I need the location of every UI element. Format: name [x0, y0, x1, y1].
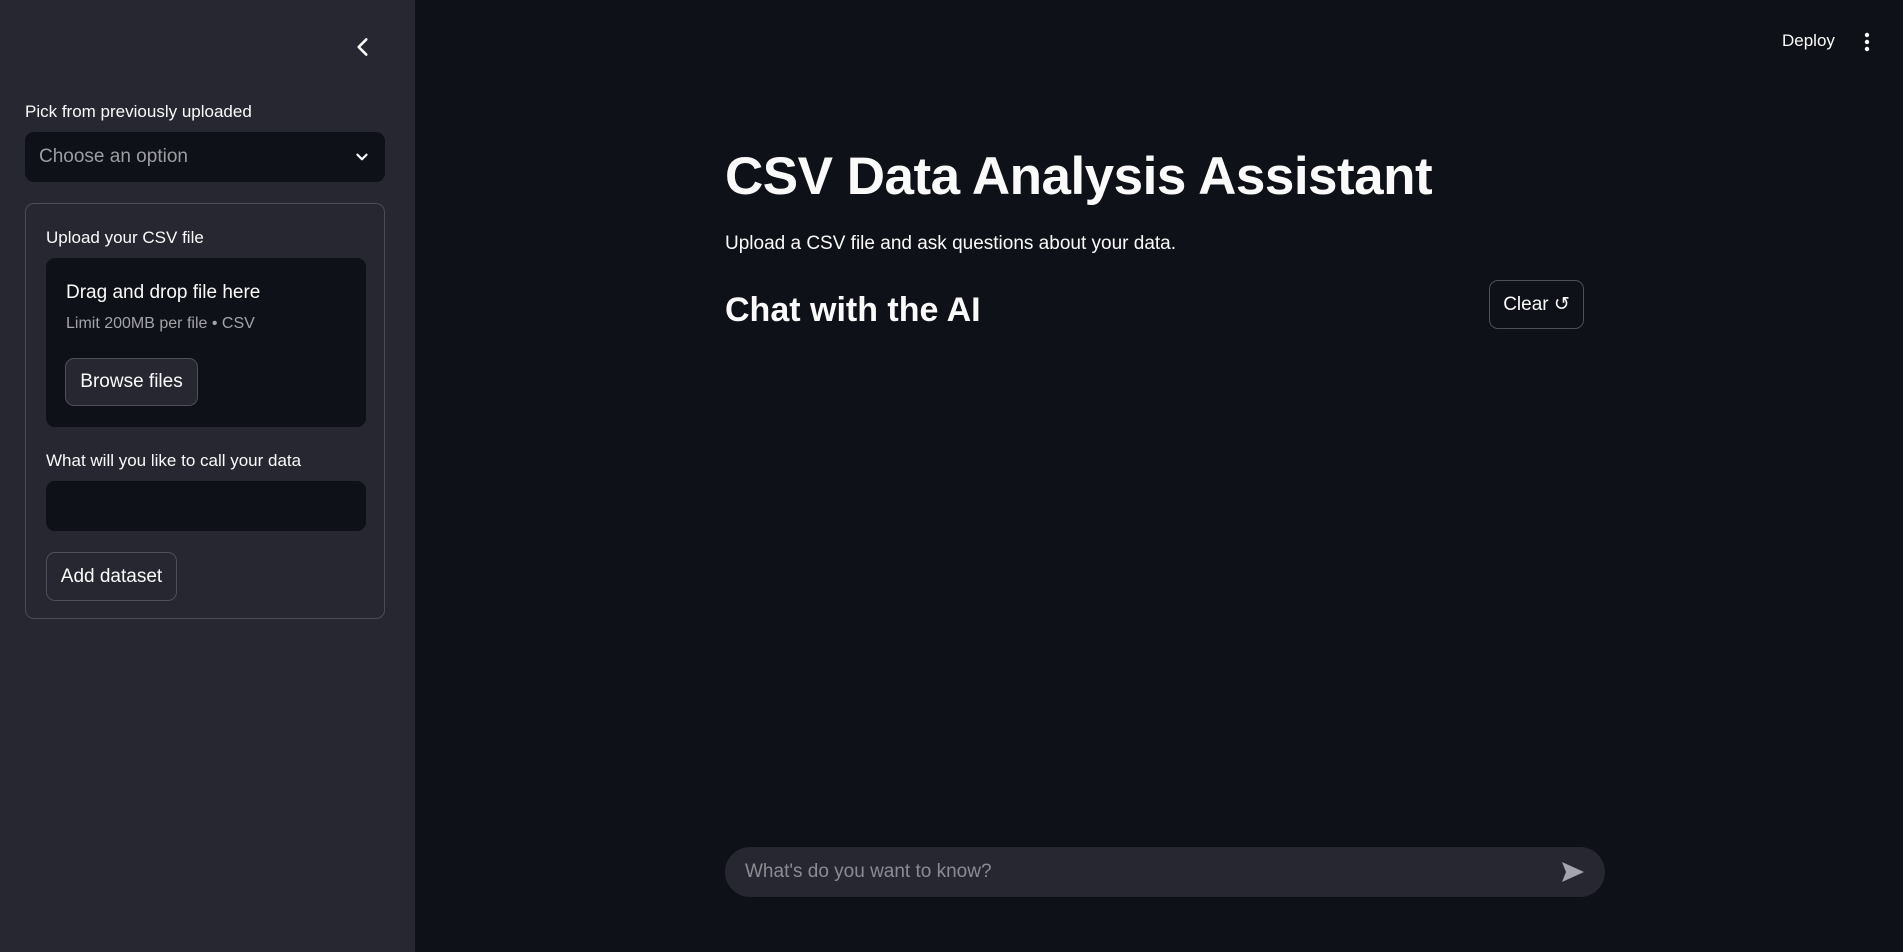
- select-placeholder: Choose an option: [39, 146, 188, 167]
- dropzone-limit: Limit 200MB per file • CSV: [66, 315, 255, 332]
- more-vertical-icon: [1864, 32, 1870, 52]
- chat-heading: Chat with the AI: [725, 291, 981, 329]
- pick-label: Pick from previously uploaded: [25, 102, 252, 121]
- dataset-name-label: What will you like to call your data: [46, 451, 302, 470]
- upload-label: Upload your CSV file: [46, 228, 204, 247]
- main-menu-button[interactable]: [1857, 30, 1877, 54]
- upload-form: Upload your CSV file Drag and drop file …: [25, 203, 385, 619]
- browse-files-button[interactable]: Browse files: [65, 358, 198, 406]
- sidebar: Pick from previously uploaded Choose an …: [0, 0, 415, 952]
- page-subtitle: Upload a CSV file and ask questions abou…: [725, 233, 1177, 254]
- clear-button[interactable]: Clear ↺: [1489, 280, 1584, 329]
- dataset-name-input[interactable]: [46, 481, 366, 531]
- add-dataset-button[interactable]: Add dataset: [46, 552, 177, 601]
- deploy-button[interactable]: Deploy: [1782, 31, 1835, 51]
- chat-input[interactable]: What's do you want to know?: [725, 847, 1605, 897]
- chat-placeholder: What's do you want to know?: [745, 861, 992, 882]
- chevron-left-icon: [357, 38, 368, 56]
- collapse-sidebar-button[interactable]: [350, 34, 376, 60]
- chevron-down-icon: [356, 153, 368, 161]
- file-dropzone[interactable]: Drag and drop file here Limit 200MB per …: [46, 258, 366, 427]
- send-icon[interactable]: [1561, 861, 1585, 883]
- dropzone-title: Drag and drop file here: [66, 282, 261, 303]
- dataset-select[interactable]: Choose an option: [25, 132, 385, 182]
- page-title: CSV Data Analysis Assistant: [725, 147, 1433, 206]
